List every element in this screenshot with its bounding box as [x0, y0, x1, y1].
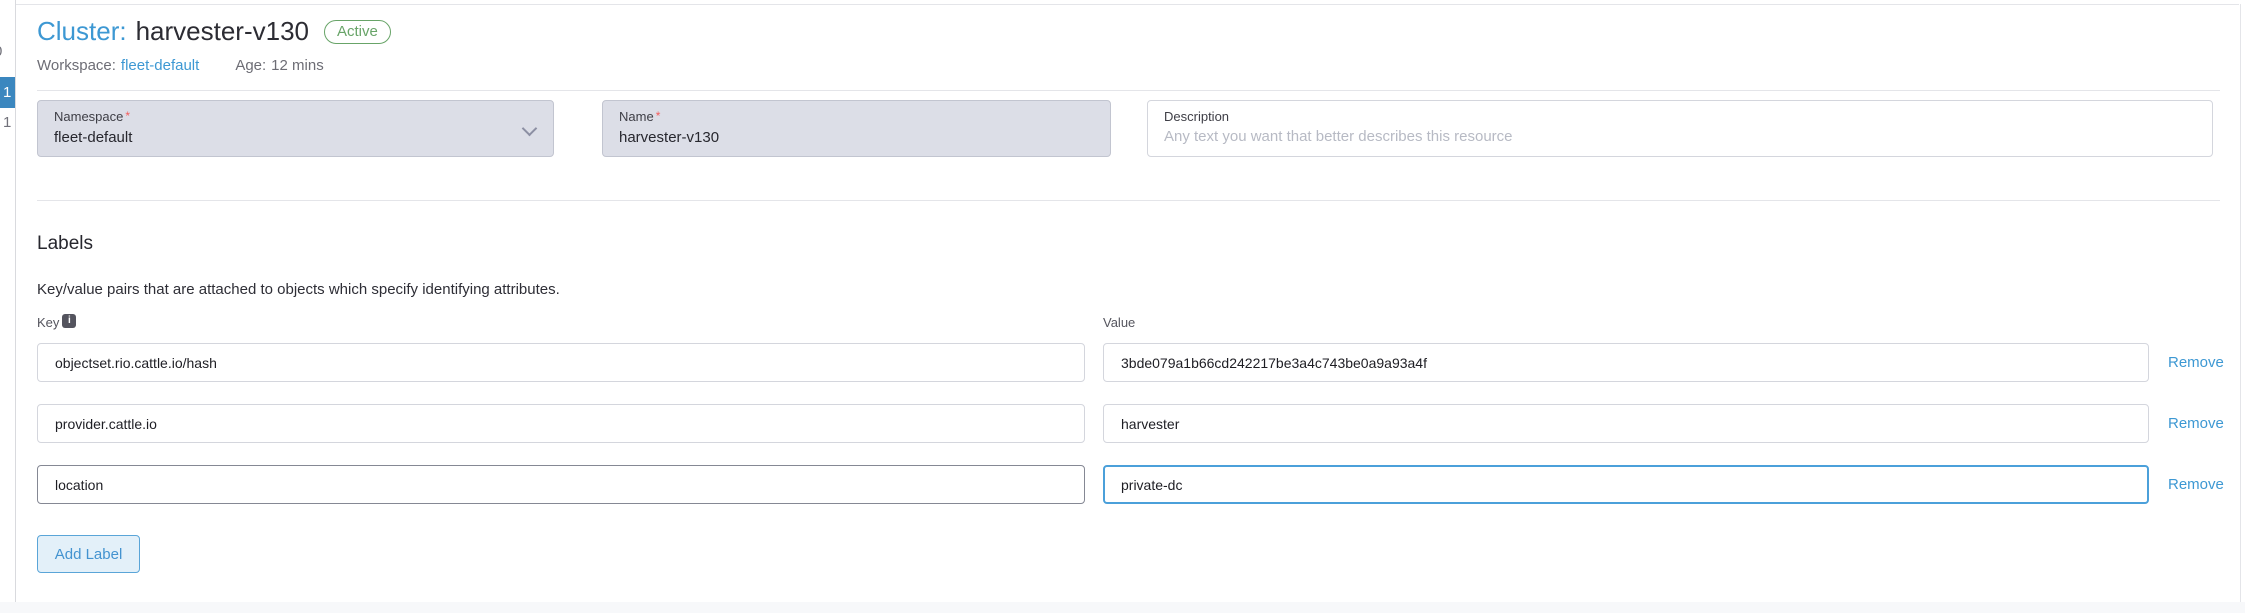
description-label: Description: [1164, 109, 2196, 124]
sidebar-sliver: 0 1 1: [0, 0, 16, 602]
resource-name: harvester-v130: [136, 16, 309, 47]
info-tooltip-icon[interactable]: i: [62, 314, 76, 328]
sidebar-item-selected[interactable]: 1: [0, 77, 16, 108]
age-value: 12 mins: [271, 57, 324, 74]
name-label: Name*: [619, 109, 1094, 124]
name-value: harvester-v130: [619, 129, 1094, 146]
content-top-border: [16, 4, 2239, 5]
label-key-input[interactable]: [37, 343, 1085, 382]
remove-label-button[interactable]: Remove: [2168, 404, 2224, 443]
required-marker: *: [125, 109, 130, 123]
resource-type-label: Cluster:: [37, 16, 127, 47]
sidebar-count-fragment-bottom: 1: [3, 114, 11, 131]
age-label: Age:: [235, 57, 266, 74]
workspace-link[interactable]: fleet-default: [121, 57, 199, 74]
description-field[interactable]: Description: [1147, 100, 2213, 157]
namespace-label: Namespace*: [54, 109, 537, 124]
workspace-label: Workspace:: [37, 57, 116, 74]
required-marker: *: [656, 109, 661, 123]
key-column-header: Keyi: [37, 315, 76, 332]
label-value-input[interactable]: [1103, 343, 2149, 382]
label-key-input[interactable]: [37, 465, 1085, 504]
footer-strip: [0, 602, 2245, 613]
page-title: Cluster: harvester-v130 Active: [37, 16, 391, 47]
sidebar-count-fragment-top: 0: [0, 43, 2, 60]
fields-row: Namespace* fleet-default Name* harvester…: [37, 100, 2213, 157]
namespace-value: fleet-default: [54, 129, 537, 146]
description-input[interactable]: [1164, 128, 2196, 145]
remove-label-button[interactable]: Remove: [2168, 465, 2224, 504]
add-label-button[interactable]: Add Label: [37, 535, 140, 573]
section-divider: [37, 200, 2220, 201]
content-right-border: [2240, 4, 2241, 602]
sidebar-selected-count-fragment: 1: [3, 84, 11, 101]
status-badge: Active: [324, 20, 391, 44]
label-value-input[interactable]: [1103, 465, 2149, 504]
value-column-header: Value: [1103, 315, 1135, 330]
label-value-input[interactable]: [1103, 404, 2149, 443]
name-field[interactable]: Name* harvester-v130: [602, 100, 1111, 157]
label-key-input[interactable]: [37, 404, 1085, 443]
namespace-select[interactable]: Namespace* fleet-default: [37, 100, 554, 157]
remove-label-button[interactable]: Remove: [2168, 343, 2224, 382]
header-divider: [37, 90, 2220, 91]
labels-section-description: Key/value pairs that are attached to obj…: [37, 281, 560, 298]
resource-meta: Workspace: fleet-default Age: 12 mins: [37, 57, 324, 74]
labels-section-title: Labels: [37, 233, 93, 255]
